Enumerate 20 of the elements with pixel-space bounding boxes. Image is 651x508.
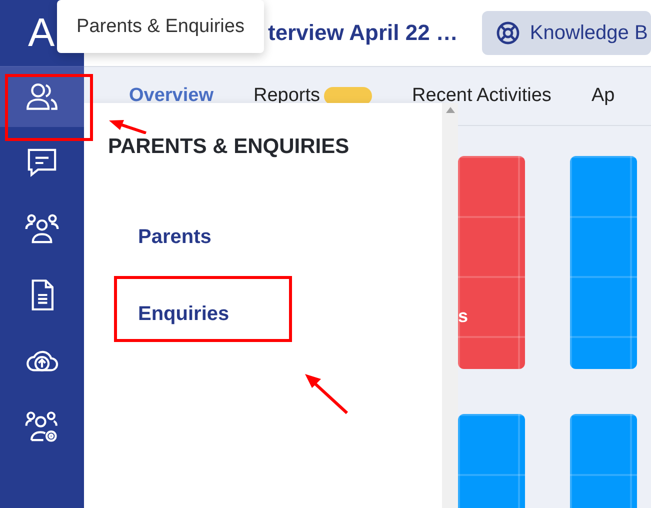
knowledge-button[interactable]: Knowledge B: [482, 11, 651, 55]
menu-item[interactable]: Parents: [114, 199, 292, 265]
scrollbar[interactable]: [442, 103, 458, 508]
tab[interactable]: Overview: [129, 85, 214, 107]
tile[interactable]: s: [458, 156, 525, 369]
group-icon: [24, 212, 60, 246]
sidebar-item[interactable]: [0, 67, 84, 127]
tile-label: s: [458, 306, 468, 327]
lifebuoy-icon: [496, 21, 520, 45]
page-title: terview April 22 …: [268, 20, 458, 46]
annotation-arrow: [302, 372, 350, 416]
tab[interactable]: Ap: [591, 85, 615, 107]
user-settings-icon: [24, 410, 60, 444]
tab[interactable]: Recent Activities: [412, 85, 552, 107]
tile[interactable]: [570, 156, 637, 369]
menu-title: PARENTS & ENQUIRIES: [108, 135, 350, 159]
logo: A: [28, 13, 55, 53]
annotation-arrow: [108, 119, 148, 134]
tooltip: Parents & Enquiries: [57, 0, 264, 53]
menu-item[interactable]: Enquiries: [114, 276, 292, 342]
